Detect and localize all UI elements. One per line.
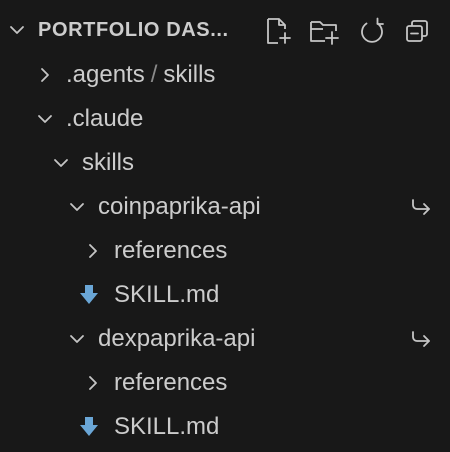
tree-item-skills[interactable]: skills [0,141,450,185]
symlink-arrow-icon [412,331,430,347]
tree-item-references[interactable]: references [0,229,450,273]
chevron-down-icon [70,203,84,211]
markdown-download-icon [80,285,98,304]
chevron-down-icon [70,335,84,343]
refresh-icon [361,17,384,43]
refresh-button[interactable] [355,14,389,48]
new-file-button[interactable] [261,14,295,48]
tree-item-label: SKILL.md [114,413,220,440]
tree-item-label: references [114,369,228,396]
tree-item-skill-md[interactable]: SKILL.md [0,405,450,449]
markdown-download-icon [80,417,98,436]
chevron-right-icon [41,68,49,82]
chevron-down-icon [10,26,24,34]
tree-item-label: references [114,237,228,264]
tree-item-coinpaprika-api[interactable]: coinpaprika-api [0,185,450,229]
tree-item-label: SKILL.md [114,281,220,308]
path-separator: / [150,61,158,88]
tree-item-label: dexpaprika-api [98,325,256,352]
new-folder-icon [310,21,339,45]
tree-item-skill-md[interactable]: SKILL.md [0,273,450,317]
section-title: PORTFOLIO DAS... [38,19,229,41]
tree-item-label: .agents / skills [66,61,216,88]
chevron-down-icon [54,159,68,167]
tree-item-dexpaprika-api[interactable]: dexpaprika-api [0,317,450,361]
tree-item-claude[interactable]: .claude [0,97,450,141]
tree-item-references[interactable]: references [0,361,450,405]
collapse-all-button[interactable] [400,14,434,48]
collapse-all-icon [406,20,428,42]
new-folder-button[interactable] [307,14,341,48]
tree-item-label: coinpaprika-api [98,193,261,220]
chevron-down-icon [38,115,52,123]
tree-item-agents-skills[interactable]: .agents / skills [0,53,450,97]
symlink-arrow-icon [412,199,430,215]
chevron-right-icon [89,376,97,390]
tree-item-label: skills [82,149,134,176]
tree-item-label: .claude [66,105,144,132]
chevron-right-icon [89,244,97,258]
new-file-icon [267,18,291,44]
